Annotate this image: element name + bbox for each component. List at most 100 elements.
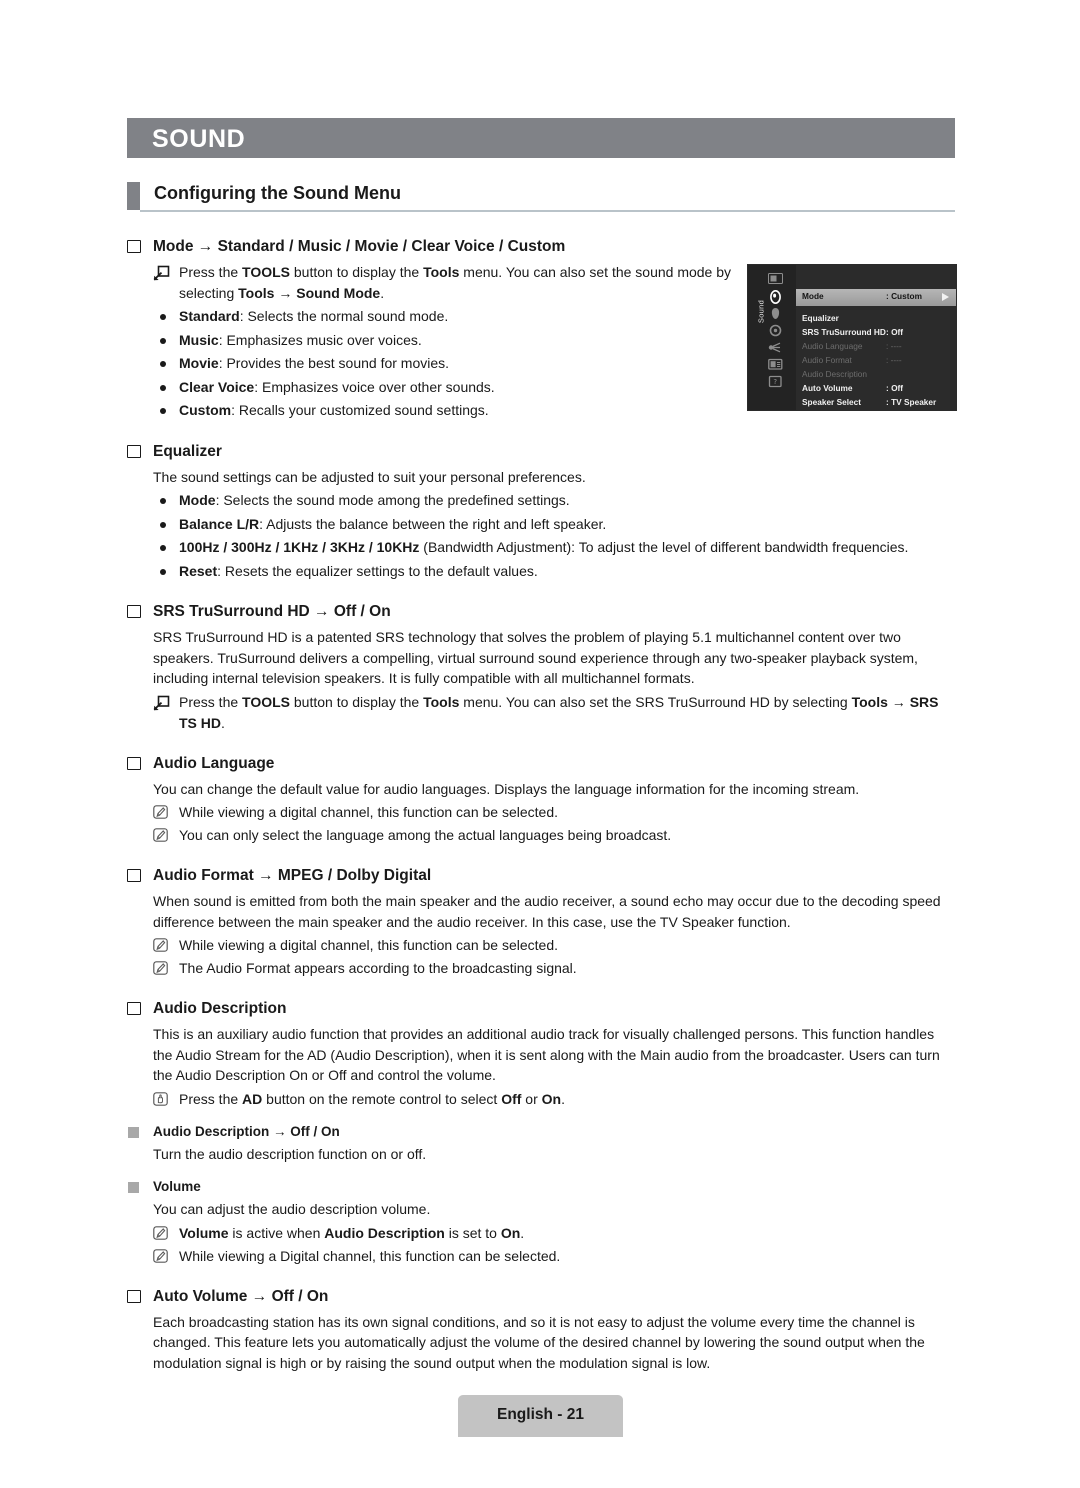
topic-equalizer: Equalizer xyxy=(127,441,957,463)
manual-page: SOUND Configuring the Sound Menu Sound ?… xyxy=(0,0,1080,1488)
note-tools-srs: Press the TOOLS button to display the To… xyxy=(127,692,957,734)
list-item-term: Reset xyxy=(179,562,218,579)
note-text: Press the xyxy=(179,1090,243,1107)
list-item-term: Clear Voice xyxy=(179,378,255,395)
note-bold: TOOLS xyxy=(242,693,290,710)
topic-title: Mode xyxy=(153,238,194,255)
list-item-desc: : Selects the normal sound mode. xyxy=(239,308,449,324)
note-bold: Tools xyxy=(423,264,460,280)
topic-auto-volume: Auto Volume → Off / On xyxy=(127,1286,957,1308)
bullet-dot-icon xyxy=(160,314,166,320)
note-bold: On xyxy=(541,1090,562,1107)
arrow-glyph: → xyxy=(197,238,214,255)
topic-audio-format: Audio Format → MPEG / Dolby Digital xyxy=(127,865,957,887)
topic-title: SRS TruSurround HD xyxy=(153,603,310,620)
list-item: Standard: Selects the normal sound mode. xyxy=(127,306,957,328)
note-row: While viewing a Digital channel, this fu… xyxy=(127,1246,957,1267)
note-bold: Volume xyxy=(179,1224,229,1241)
note-pencil-icon xyxy=(153,938,170,954)
note-text: . xyxy=(380,285,385,301)
note-row: While viewing a digital channel, this fu… xyxy=(127,802,957,823)
list-item: Balance L/R: Adjusts the balance between… xyxy=(127,514,957,536)
page-footer: English - 21 xyxy=(458,1395,623,1437)
equalizer-intro: The sound settings can be adjusted to su… xyxy=(153,468,586,485)
checkbox-square-icon xyxy=(127,756,141,770)
manual-content: Mode → Standard / Music / Movie / Clear … xyxy=(127,236,957,1376)
subtopic-audio-description-off-on: Audio Description → Off / On xyxy=(127,1122,957,1142)
list-item-desc: : Selects the sound mode among the prede… xyxy=(215,492,570,508)
note-bold: Sound Mode xyxy=(296,285,381,301)
topic-title: Auto Volume xyxy=(153,1287,248,1305)
note-text: or xyxy=(521,1090,542,1107)
list-item-term: Movie xyxy=(179,355,219,371)
note-text: button to display the xyxy=(290,264,424,280)
topic-values: MPEG / Dolby Digital xyxy=(277,867,432,884)
chapter-title: SOUND xyxy=(152,125,246,153)
subtopic-volume: Volume xyxy=(127,1177,957,1197)
bullet-dot-icon xyxy=(160,337,166,344)
note-pencil-icon xyxy=(153,1248,170,1265)
list-item-desc: : Emphasizes music over voices. xyxy=(218,331,422,348)
note-bold: Tools xyxy=(423,693,460,710)
bullet-dot-icon xyxy=(160,408,166,414)
section-heading-label: Configuring the Sound Menu xyxy=(154,183,401,203)
note-tools-mode: Press the TOOLS button to display the To… xyxy=(127,262,779,304)
topic-srs-trusurround-hd: SRS TruSurround HD → Off / On xyxy=(127,601,957,623)
note-text: . xyxy=(561,1090,565,1107)
topic-title: Equalizer xyxy=(153,442,222,460)
checkbox-square-icon xyxy=(127,1002,141,1015)
tools-icon xyxy=(153,265,170,281)
sub-volume-body: You can adjust the audio description vol… xyxy=(153,1201,431,1217)
note-text: button on the remote control to select xyxy=(262,1090,502,1107)
note-row: The Audio Format appears according to th… xyxy=(127,958,957,979)
topic-title: Audio Description xyxy=(153,1000,287,1017)
note-bold: TOOLS xyxy=(242,264,290,280)
note-text: menu. You can also set the SRS TruSurrou… xyxy=(459,693,852,710)
arrow-glyph: → xyxy=(258,867,274,884)
note-text: While viewing a digital channel, this fu… xyxy=(179,937,558,953)
note-bold: Off xyxy=(501,1090,522,1107)
list-item-desc: : Recalls your customized sound settings… xyxy=(231,402,489,418)
bullet-dot-icon xyxy=(160,384,166,391)
note-bold: Audio Description xyxy=(324,1224,445,1241)
bullet-dot-icon xyxy=(160,521,166,528)
note-text: button to display the xyxy=(290,693,424,710)
bullet-dot-icon xyxy=(160,361,166,367)
arrow-glyph: → xyxy=(314,603,330,620)
note-text: is active when xyxy=(228,1224,325,1241)
note-bold: Tools xyxy=(851,693,888,710)
list-item-desc: : Resets the equalizer settings to the d… xyxy=(217,562,538,579)
note-text: Press the xyxy=(179,264,243,280)
subtopic-values: Off / On xyxy=(290,1123,340,1139)
note-text: While viewing a digital channel, this fu… xyxy=(179,804,558,820)
list-item: 100Hz / 300Hz / 1KHz / 3KHz / 10KHz (Ban… xyxy=(127,537,957,559)
list-item-term: Custom xyxy=(179,402,232,418)
list-item: Movie: Provides the best sound for movie… xyxy=(127,353,957,375)
list-item: Custom: Recalls your customized sound se… xyxy=(127,400,957,422)
sub-audio-description-body: Turn the audio description function on o… xyxy=(153,1145,427,1162)
sub-bullet-square-icon xyxy=(128,1182,139,1193)
auto-volume-body: Each broadcasting station has its own si… xyxy=(153,1313,925,1371)
tools-icon xyxy=(153,695,170,711)
list-item: Clear Voice: Emphasizes voice over other… xyxy=(127,377,957,399)
list-item-term: Music xyxy=(179,331,219,348)
note-pencil-icon xyxy=(153,1225,170,1242)
checkbox-square-icon xyxy=(127,869,141,882)
note-bold: Tools xyxy=(238,285,275,301)
note-arrow: → xyxy=(274,285,297,301)
note-text: Press the xyxy=(179,693,243,710)
list-item-term: Mode xyxy=(179,492,216,508)
note-text: The Audio Format appears according to th… xyxy=(179,960,577,976)
section-divider xyxy=(140,210,955,212)
bullet-dot-icon xyxy=(160,498,166,504)
note-text: is set to xyxy=(444,1224,501,1241)
audio-description-body: This is an auxiliary audio function that… xyxy=(153,1026,940,1083)
list-item: Reset: Resets the equalizer settings to … xyxy=(127,561,957,583)
checkbox-square-icon xyxy=(127,444,141,458)
section-marker-icon xyxy=(127,182,140,210)
subtopic-title: Audio Description xyxy=(153,1123,270,1139)
checkbox-square-icon xyxy=(127,1289,141,1303)
note-row: While viewing a digital channel, this fu… xyxy=(127,935,957,956)
checkbox-square-icon xyxy=(127,605,141,618)
list-item-term: Balance L/R xyxy=(179,515,260,532)
